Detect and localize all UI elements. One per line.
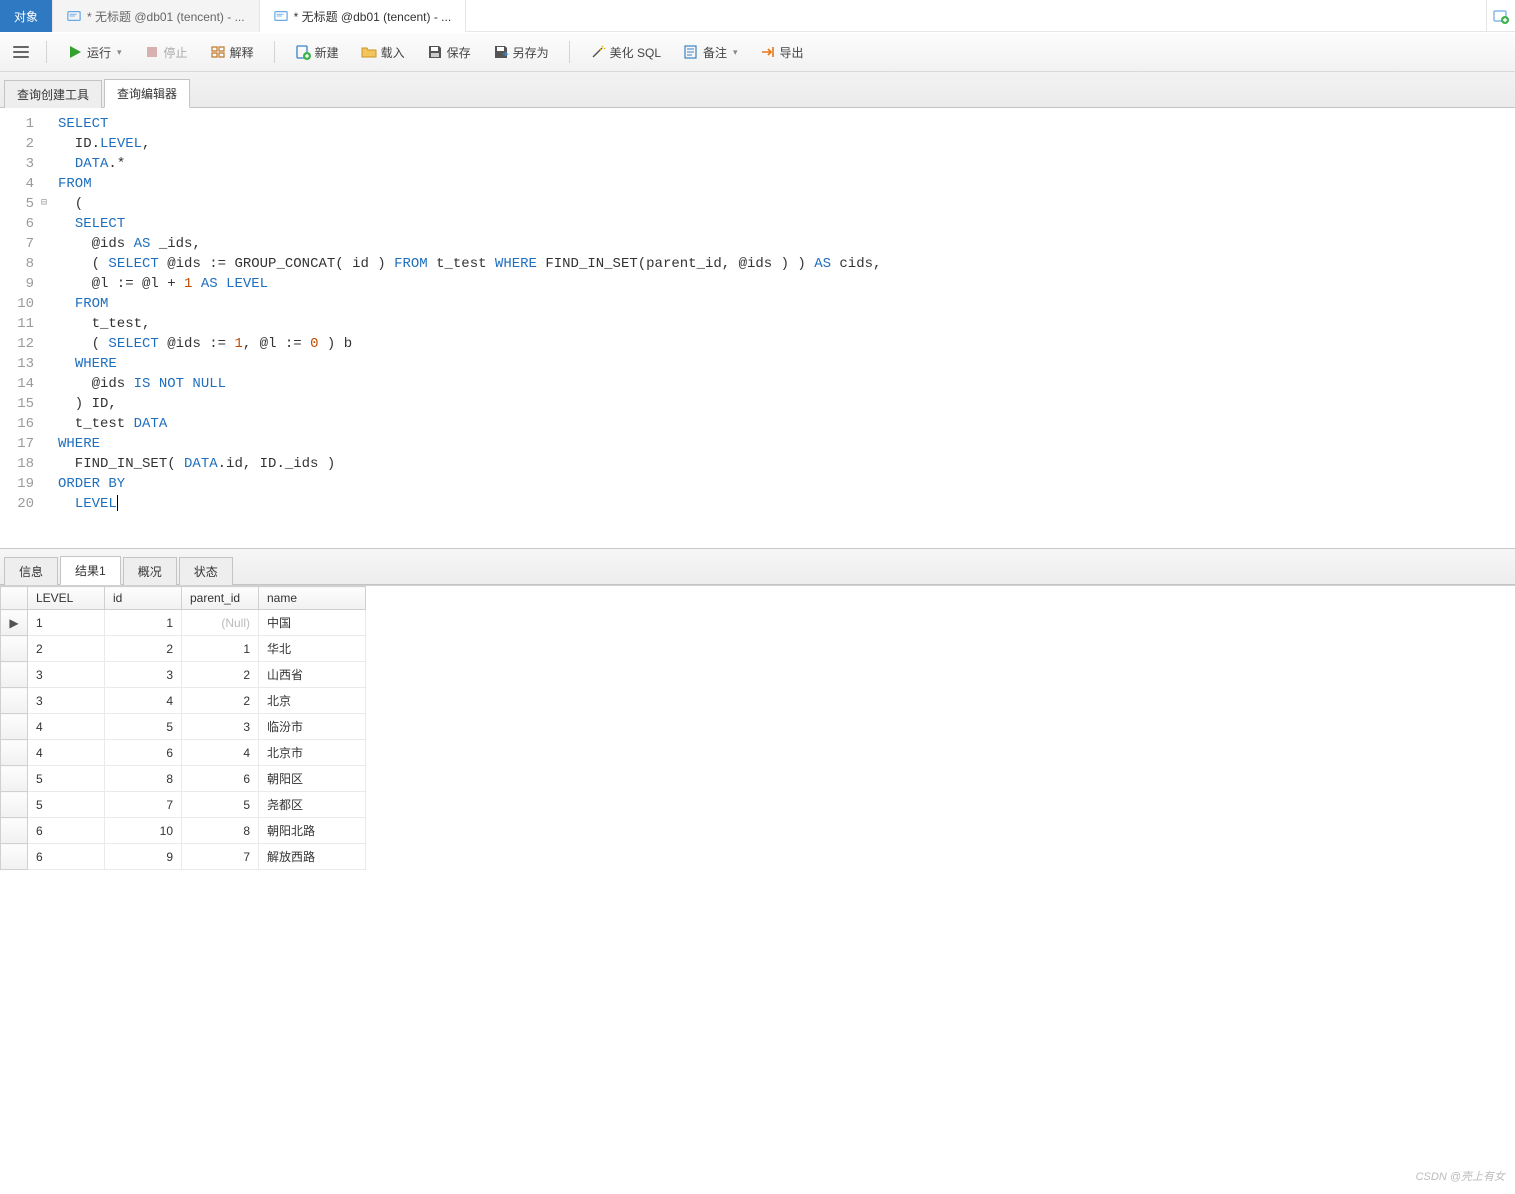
wand-icon	[590, 44, 606, 60]
table-row[interactable]: 342北京	[1, 688, 366, 714]
menu-button[interactable]	[10, 41, 32, 63]
tab-spacer	[466, 0, 1486, 32]
new-label: 新建	[315, 44, 339, 61]
sql-editor[interactable]: 1234567891011121314151617181920 ⊟ SELECT…	[0, 108, 1515, 548]
run-button[interactable]: 运行 ▾	[61, 41, 128, 64]
export-button[interactable]: 导出	[754, 41, 810, 64]
table-row[interactable]: 453临汾市	[1, 714, 366, 740]
tab-query-builder[interactable]: 查询创建工具	[4, 80, 102, 108]
top-tab-bar: 对象 * 无标题 @db01 (tencent) - ... * 无标题 @db…	[0, 0, 1515, 33]
code-area[interactable]: SELECT ID.LEVEL, DATA.*FROM ( SELECT @id…	[50, 108, 881, 548]
tab-objects-label: 对象	[14, 8, 38, 25]
table-row[interactable]: 221华北	[1, 636, 366, 662]
separator	[274, 41, 275, 63]
add-tab-button[interactable]	[1486, 0, 1515, 32]
new-button[interactable]: 新建	[289, 41, 345, 64]
tab-objects[interactable]: 对象	[0, 0, 53, 32]
note-button[interactable]: 备注 ▾	[677, 41, 744, 64]
folder-open-icon	[361, 44, 377, 60]
table-row[interactable]: 332山西省	[1, 662, 366, 688]
column-header[interactable]: LEVEL	[28, 587, 105, 610]
note-label: 备注	[703, 44, 727, 61]
query-icon	[67, 9, 81, 23]
load-button[interactable]: 载入	[355, 41, 411, 64]
query-icon	[274, 9, 288, 23]
chevron-down-icon: ▾	[733, 47, 738, 58]
table-row[interactable]: 464北京市	[1, 740, 366, 766]
column-header[interactable]: name	[259, 587, 366, 610]
tab-query-editor[interactable]: 查询编辑器	[104, 79, 190, 108]
save-as-icon	[493, 44, 509, 60]
explain-icon	[210, 44, 226, 60]
fold-gutter: ⊟	[38, 108, 50, 548]
chevron-down-icon: ▾	[117, 47, 122, 58]
save-as-button[interactable]: 另存为	[487, 41, 555, 64]
column-header[interactable]: id	[105, 587, 182, 610]
table-row[interactable]: 575尧都区	[1, 792, 366, 818]
stop-label: 停止	[164, 44, 188, 61]
new-icon	[295, 44, 311, 60]
beautify-button[interactable]: 美化 SQL	[584, 41, 667, 64]
column-header[interactable]: parent_id	[182, 587, 259, 610]
save-icon	[427, 44, 443, 60]
table-row[interactable]: 586朝阳区	[1, 766, 366, 792]
table-row[interactable]: 6108朝阳北路	[1, 818, 366, 844]
tab-result1[interactable]: 结果1	[60, 556, 121, 585]
tab-info[interactable]: 信息	[4, 557, 58, 585]
tab-query-1[interactable]: * 无标题 @db01 (tencent) - ...	[53, 0, 260, 32]
tab-query-2[interactable]: * 无标题 @db01 (tencent) - ...	[260, 0, 467, 32]
beautify-label: 美化 SQL	[610, 44, 661, 61]
result-tab-strip: 信息 结果1 概况 状态	[0, 549, 1515, 585]
explain-label: 解释	[230, 44, 254, 61]
watermark: CSDN @壳上有女	[1416, 1168, 1505, 1184]
table-row[interactable]: ▶11(Null)中国	[1, 610, 366, 636]
editor-tab-strip: 查询创建工具 查询编辑器	[0, 72, 1515, 108]
stop-icon	[144, 44, 160, 60]
table-row[interactable]: 697解放西路	[1, 844, 366, 870]
save-label: 保存	[447, 44, 471, 61]
results-panel: 信息 结果1 概况 状态 LEVELidparent_idname▶11(Nul…	[0, 548, 1515, 870]
separator	[46, 41, 47, 63]
note-icon	[683, 44, 699, 60]
run-label: 运行	[87, 44, 111, 61]
tab-profile[interactable]: 概况	[123, 557, 177, 585]
export-icon	[760, 44, 776, 60]
load-label: 载入	[381, 44, 405, 61]
separator	[569, 41, 570, 63]
result-grid[interactable]: LEVELidparent_idname▶11(Null)中国221华北332山…	[0, 585, 1515, 870]
stop-button[interactable]: 停止	[138, 41, 194, 64]
export-label: 导出	[780, 44, 804, 61]
tab-query-1-label: * 无标题 @db01 (tencent) - ...	[87, 8, 245, 25]
tab-status[interactable]: 状态	[179, 557, 233, 585]
save-button[interactable]: 保存	[421, 41, 477, 64]
explain-button[interactable]: 解释	[204, 41, 260, 64]
play-icon	[67, 44, 83, 60]
line-number-gutter: 1234567891011121314151617181920	[0, 108, 38, 548]
save-as-label: 另存为	[513, 44, 549, 61]
tab-query-2-label: * 无标题 @db01 (tencent) - ...	[294, 8, 452, 25]
toolbar: 运行 ▾ 停止 解释 新建 载入 保存 另存为 美化 SQL 备注 ▾ 导出	[0, 33, 1515, 72]
